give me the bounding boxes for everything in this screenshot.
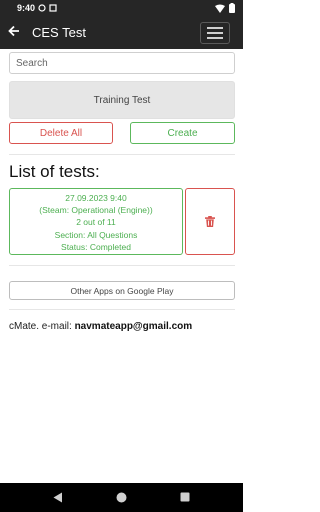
battery-icon — [229, 3, 235, 13]
arrow-back-icon[interactable] — [7, 24, 21, 41]
divider — [9, 309, 235, 310]
delete-all-button[interactable]: Delete All — [9, 122, 113, 144]
search-input[interactable] — [9, 52, 235, 74]
test-list-item[interactable]: 27.09.2023 9:40 (Steam: Operational (Eng… — [9, 188, 183, 255]
status-bar: 9:40 — [0, 0, 243, 17]
divider — [9, 154, 235, 155]
trash-icon — [205, 216, 215, 227]
notification-a-icon — [38, 4, 46, 12]
list-heading: List of tests: — [9, 162, 100, 181]
divider — [9, 265, 235, 266]
contact-line: cMate. e-mail: navmateapp@gmail.com — [9, 321, 192, 332]
test-progress: 2 out of 11 — [76, 217, 116, 228]
test-date: 27.09.2023 9:40 — [65, 193, 127, 203]
training-test-button[interactable]: Training Test — [9, 81, 235, 119]
back-triangle-icon[interactable] — [53, 492, 63, 503]
contact-prefix: cMate. e-mail: — [9, 321, 75, 332]
test-status: Status: Completed — [61, 241, 131, 252]
create-label: Create — [167, 127, 198, 139]
other-apps-button[interactable]: Other Apps on Google Play — [9, 281, 235, 300]
status-time: 9:40 — [17, 3, 36, 13]
delete-test-button[interactable] — [185, 188, 235, 255]
create-button[interactable]: Create — [130, 122, 235, 144]
home-circle-icon[interactable] — [116, 492, 127, 503]
system-nav-bar — [0, 483, 243, 512]
test-type: (Steam: Operational (Engine)) — [39, 205, 153, 216]
email-link[interactable]: navmateapp@gmail.com — [75, 321, 193, 332]
wifi-icon — [215, 4, 225, 13]
page-title: CES Test — [32, 25, 86, 40]
training-test-label: Training Test — [93, 94, 151, 106]
delete-all-label: Delete All — [39, 127, 83, 139]
app-bar: CES Test — [0, 17, 243, 49]
hamburger-menu-icon[interactable] — [200, 22, 230, 44]
test-section: Section: All Questions — [54, 229, 138, 240]
notification-b-icon — [49, 4, 57, 12]
other-apps-label: Other Apps on Google Play — [70, 285, 174, 296]
recents-square-icon[interactable] — [180, 492, 190, 502]
